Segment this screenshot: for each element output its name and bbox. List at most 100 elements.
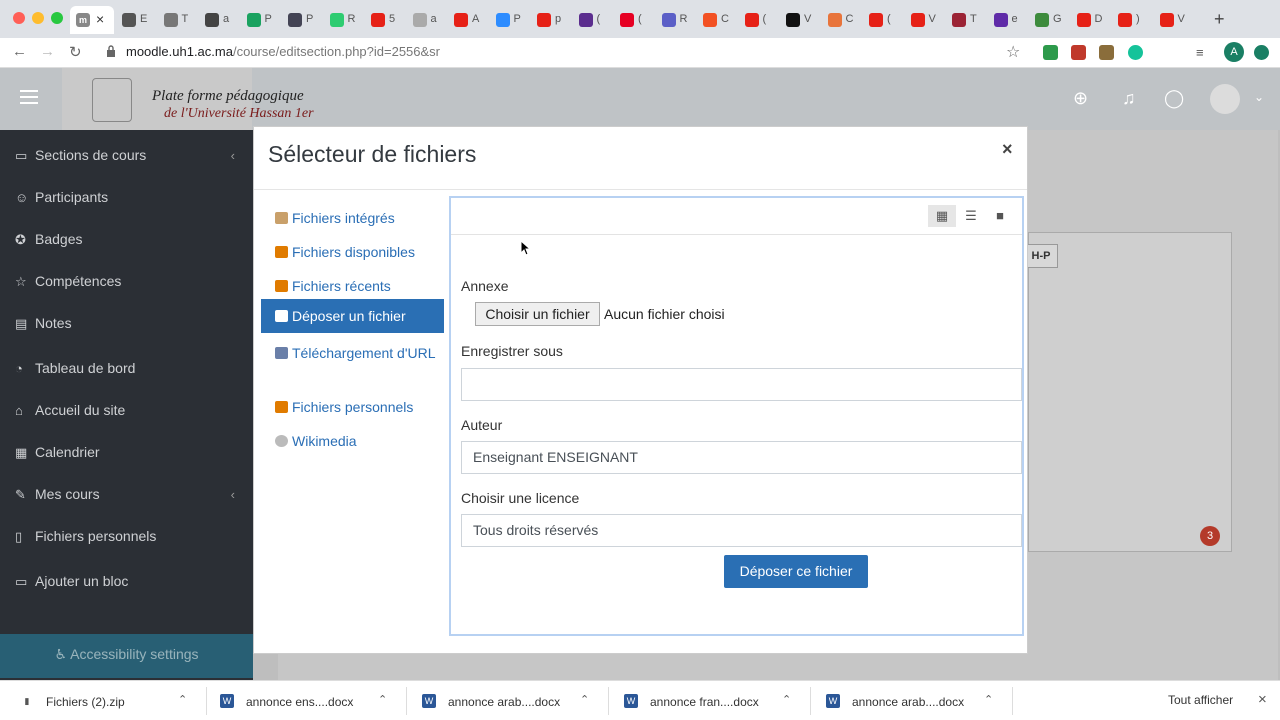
bookmark-star-icon[interactable]: ☆ <box>1006 42 1020 62</box>
minimize-window-icon[interactable] <box>32 12 44 24</box>
drawer-item[interactable]: ▤ Notes <box>15 315 72 331</box>
browser-tab[interactable]: P <box>282 6 320 34</box>
license-select[interactable]: Tous droits réservés <box>461 514 1022 547</box>
show-all-downloads-button[interactable]: Tout afficher <box>1168 693 1233 707</box>
browser-tab[interactable]: ( <box>573 6 611 34</box>
browser-tab[interactable]: T <box>158 6 196 34</box>
download-item[interactable]: Wannonce fran....docx ⌃ <box>624 681 808 720</box>
repository-item[interactable]: Téléchargement d'URL <box>261 337 444 369</box>
address-bar[interactable]: moodle.uh1.ac.ma/course/editsection.php?… <box>126 44 440 59</box>
notification-badge: 3 <box>1200 526 1220 546</box>
browser-tab[interactable]: ( <box>739 6 777 34</box>
browser-tab[interactable]: G <box>1029 6 1067 34</box>
repository-label: Fichiers récents <box>292 278 391 294</box>
close-dialog-button[interactable]: × <box>1002 139 1013 160</box>
browser-tab[interactable]: C <box>822 6 860 34</box>
drawer-item[interactable]: ✎ Mes cours <box>15 486 100 502</box>
browser-tab[interactable]: 5 <box>365 6 403 34</box>
chevron-down-icon[interactable]: ⌄ <box>1254 90 1264 104</box>
author-input[interactable]: Enseignant ENSEIGNANT <box>461 441 1022 474</box>
language-globe-icon[interactable]: ⊕ <box>1073 88 1088 109</box>
repository-item[interactable]: Fichiers disponibles <box>261 236 444 268</box>
close-tab-icon[interactable]: × <box>96 11 104 27</box>
browser-tab[interactable]: a <box>407 6 445 34</box>
messages-icon[interactable]: ◯ <box>1164 88 1184 109</box>
browser-tab[interactable]: D <box>1071 6 1109 34</box>
browser-tab[interactable]: V <box>1154 6 1192 34</box>
browser-tab-active[interactable]: m × <box>70 6 114 34</box>
chevron-left-icon[interactable]: ‹ <box>231 148 235 163</box>
browser-tab[interactable]: C <box>697 6 735 34</box>
drawer-item[interactable]: ▭ Sections de cours <box>15 147 146 163</box>
save-as-input[interactable] <box>461 368 1022 401</box>
accessibility-settings-button[interactable]: ♿ Accessibility settings <box>0 634 253 678</box>
tree-view-folder-icon[interactable]: ■ <box>986 205 1014 227</box>
new-tab-icon[interactable]: + <box>1214 9 1225 30</box>
h5p-button[interactable]: H-P <box>1024 244 1058 268</box>
drawer-item[interactable]: ✪ Badges <box>15 231 82 247</box>
site-logo[interactable]: Plate forme pédagogique de l'Université … <box>62 68 314 130</box>
repository-item[interactable]: Déposer un fichier <box>261 299 444 333</box>
browser-tab[interactable]: a <box>199 6 237 34</box>
browser-tab[interactable]: p <box>531 6 569 34</box>
browser-tab[interactable]: R <box>656 6 694 34</box>
notifications-bell-icon[interactable]: ♫ <box>1122 88 1136 109</box>
chevron-up-icon[interactable]: ⌃ <box>178 693 187 706</box>
repository-item[interactable]: Fichiers intégrés <box>261 202 444 234</box>
chevron-left-icon[interactable]: ‹ <box>231 487 235 502</box>
tab-favicon-icon <box>620 13 634 27</box>
repository-item[interactable]: Fichiers récents <box>261 270 444 302</box>
browser-tab[interactable]: E <box>116 6 154 34</box>
profile-avatar[interactable]: A <box>1224 42 1244 62</box>
drawer-item[interactable]: ☺ Participants <box>15 189 108 205</box>
repository-item[interactable]: Wikimedia <box>261 425 444 457</box>
drawer-item[interactable]: ▦ Calendrier <box>15 444 100 460</box>
hamburger-menu-icon[interactable] <box>20 90 38 104</box>
sync-status-icon[interactable] <box>1254 45 1269 60</box>
grid-view-icon[interactable]: ▦ <box>928 205 956 227</box>
tab-favicon-icon <box>371 13 385 27</box>
download-item[interactable]: ▮ Fichiers (2).zip ⌃ <box>20 681 204 720</box>
browser-tab[interactable]: T <box>946 6 984 34</box>
browser-tab[interactable]: P <box>241 6 279 34</box>
drawer-item[interactable]: ▭ Ajouter un bloc <box>15 573 128 589</box>
upload-file-button[interactable]: Déposer ce fichier <box>724 555 868 588</box>
university-seal-icon <box>92 78 132 122</box>
download-item[interactable]: Wannonce arab....docx ⌃ <box>826 681 1010 720</box>
drawer-item[interactable]: ⌂ Accueil du site <box>15 402 125 418</box>
chevron-up-icon[interactable]: ⌃ <box>580 693 589 706</box>
browser-tab[interactable]: ( <box>614 6 652 34</box>
browser-tab[interactable]: e <box>988 6 1026 34</box>
forward-arrow-icon[interactable]: → <box>40 43 55 60</box>
browser-tab[interactable]: A <box>448 6 486 34</box>
reading-list-icon[interactable]: ≡ <box>1196 45 1211 60</box>
back-arrow-icon[interactable]: ← <box>12 43 27 60</box>
evernote-extension-icon[interactable] <box>1043 45 1058 60</box>
browser-tab[interactable]: V <box>905 6 943 34</box>
choose-file-button[interactable]: Choisir un fichier <box>475 302 600 326</box>
extension-icon[interactable] <box>1099 45 1114 60</box>
close-window-icon[interactable] <box>13 12 25 24</box>
browser-tab[interactable]: P <box>490 6 528 34</box>
browser-tab[interactable]: ) <box>1112 6 1150 34</box>
chevron-up-icon[interactable]: ⌃ <box>378 693 387 706</box>
user-avatar[interactable] <box>1210 84 1240 114</box>
chevron-up-icon[interactable]: ⌃ <box>782 693 791 706</box>
download-item[interactable]: Wannonce ens....docx ⌃ <box>220 681 404 720</box>
close-download-bar-icon[interactable]: × <box>1258 691 1267 708</box>
browser-tab[interactable]: V <box>780 6 818 34</box>
repository-item[interactable]: Fichiers personnels <box>261 391 444 423</box>
reload-icon[interactable]: ↻ <box>69 43 82 61</box>
drawer-item[interactable]: ▯ Fichiers personnels <box>15 528 156 544</box>
drawer-item[interactable]: ☆ Compétences <box>15 273 121 289</box>
grammarly-extension-icon[interactable] <box>1128 45 1143 60</box>
list-view-icon[interactable]: ☰ <box>957 205 985 227</box>
browser-tab[interactable]: R <box>324 6 362 34</box>
extension-icon[interactable] <box>1071 45 1086 60</box>
drawer-item[interactable]: ◔ Tableau de bord <box>15 360 135 376</box>
browser-tab[interactable]: ( <box>863 6 901 34</box>
chevron-up-icon[interactable]: ⌃ <box>984 693 993 706</box>
maximize-window-icon[interactable] <box>51 12 63 24</box>
attachment-label: Annexe <box>461 278 509 294</box>
download-item[interactable]: Wannonce arab....docx ⌃ <box>422 681 606 720</box>
